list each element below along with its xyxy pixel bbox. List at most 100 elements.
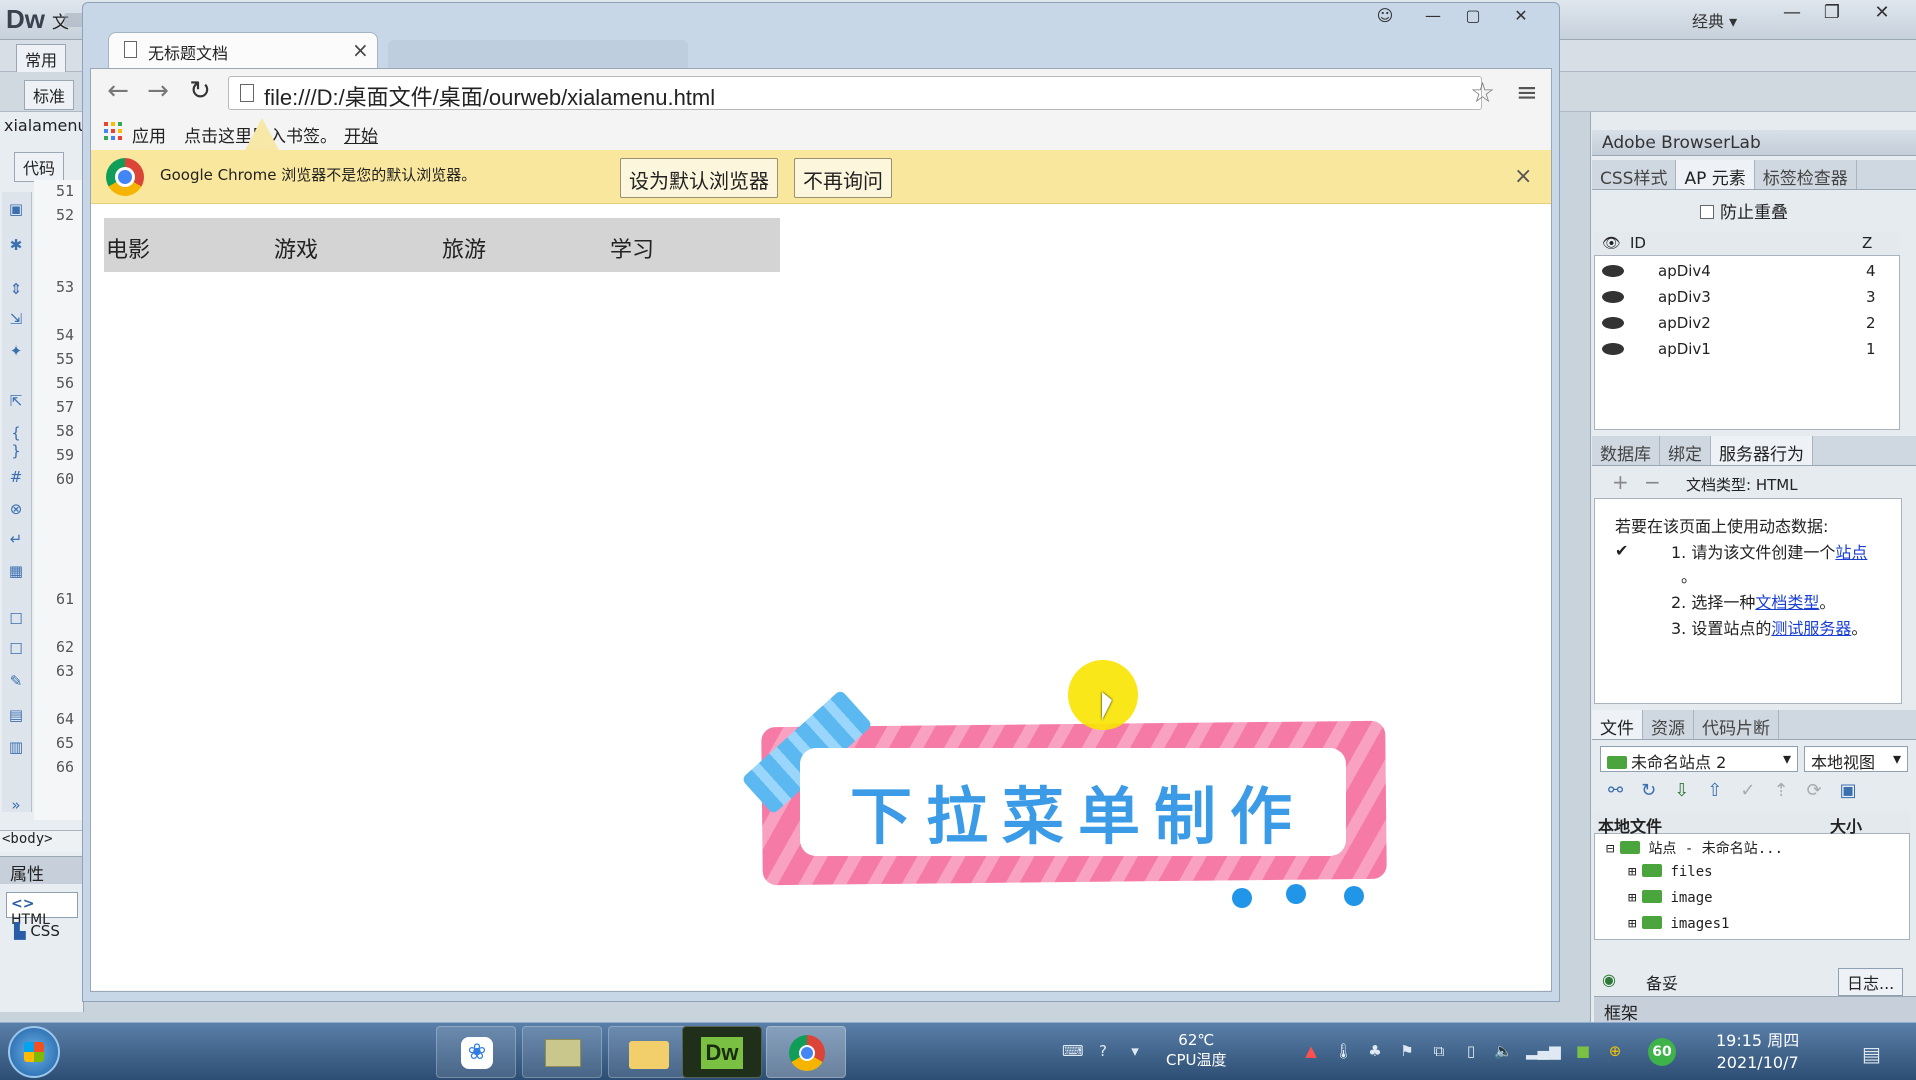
taskbar-app-notes[interactable] xyxy=(522,1026,602,1078)
infobar-close-icon[interactable]: × xyxy=(1514,164,1532,189)
system-clock[interactable]: 19:15 周四 2021/10/7 xyxy=(1716,1030,1799,1074)
highlight-invalid-icon[interactable]: ⊗ xyxy=(6,500,26,518)
volume-icon[interactable]: 🔈 xyxy=(1494,1042,1513,1060)
put-files-icon[interactable]: ⇧ xyxy=(1707,780,1722,808)
remove-comment-icon[interactable]: ☐ xyxy=(6,640,26,658)
refresh-icon[interactable]: ↻ xyxy=(1641,780,1656,808)
taskbar-app-explorer[interactable] xyxy=(608,1026,688,1078)
tree-item-image[interactable]: ⊞ image xyxy=(1628,890,1713,906)
recent-snippets-icon[interactable]: ▤ xyxy=(6,706,26,724)
visibility-icon[interactable] xyxy=(1602,317,1624,329)
back-icon[interactable]: ← xyxy=(102,76,134,108)
tree-item-site[interactable]: ⊟ 站点 - 未命名站... xyxy=(1606,838,1783,858)
reload-icon[interactable]: ↻ xyxy=(184,76,216,108)
ap-header-z[interactable]: Z xyxy=(1862,234,1872,252)
forward-icon[interactable]: → xyxy=(142,76,174,108)
view-select[interactable]: 本地视图 ▾ xyxy=(1804,746,1908,772)
chrome-close-icon[interactable]: ✕ xyxy=(1500,6,1542,28)
ap-row[interactable]: apDiv3 3 xyxy=(1596,284,1896,310)
start-button[interactable] xyxy=(8,1026,60,1078)
tab-files[interactable]: 文件 xyxy=(1592,710,1643,739)
doctype-link[interactable]: 文档类型 xyxy=(1755,593,1819,612)
expand-all-icon[interactable]: ✦ xyxy=(6,342,26,360)
prevent-overlap-checkbox[interactable]: 防止重叠 xyxy=(1700,198,1788,223)
adobe-icon[interactable]: ▲ xyxy=(1302,1042,1320,1060)
check-in-icon[interactable]: ⇡ xyxy=(1773,780,1788,808)
restore-icon[interactable]: ❐ xyxy=(1812,2,1852,26)
ap-row[interactable]: apDiv2 2 xyxy=(1596,310,1896,336)
check-out-icon[interactable]: ✓ xyxy=(1740,780,1755,808)
expand-icon[interactable]: ⇕ xyxy=(6,280,26,298)
nvidia-icon[interactable]: ■ xyxy=(1574,1042,1592,1060)
connect-icon[interactable]: ⚯ xyxy=(1608,780,1623,808)
security-badge[interactable]: 60 xyxy=(1648,1038,1676,1066)
profile-icon[interactable]: ☺ xyxy=(1364,6,1406,28)
tree-item-files[interactable]: ⊞ files xyxy=(1628,864,1713,880)
help-icon[interactable]: ? xyxy=(1094,1042,1112,1060)
select-parent-icon[interactable]: ⇲ xyxy=(6,310,26,328)
flag-icon[interactable]: ⚑ xyxy=(1398,1042,1416,1060)
action-center-icon[interactable]: ▤ xyxy=(1862,1042,1881,1066)
device-icon[interactable]: ▯ xyxy=(1462,1042,1480,1060)
move-css-icon[interactable]: ▥ xyxy=(6,738,26,756)
balance-braces-icon[interactable]: { } xyxy=(6,424,26,460)
syntax-coloring-icon[interactable]: ▦ xyxy=(6,562,26,580)
menu-item-study[interactable]: 学习 xyxy=(608,218,776,272)
tab-css-styles[interactable]: CSS样式 xyxy=(1592,160,1677,189)
tab-snippets[interactable]: 代码片断 xyxy=(1694,710,1779,739)
tag-selector-body[interactable]: <body> xyxy=(0,830,84,852)
add-icon[interactable]: + xyxy=(1612,470,1629,494)
ap-row[interactable]: apDiv4 4 xyxy=(1596,258,1896,284)
chrome-menu-icon[interactable]: ≡ xyxy=(1516,78,1538,108)
properties-html-button[interactable]: <> HTML xyxy=(6,892,78,928)
bookmark-apps[interactable]: 应用 xyxy=(132,122,166,147)
taskbar-app-chrome[interactable] xyxy=(766,1026,846,1078)
tab-ap-elements[interactable]: AP 元素 xyxy=(1676,160,1755,189)
dont-ask-again-button[interactable]: 不再询问 xyxy=(794,158,892,198)
get-files-icon[interactable]: ⇩ xyxy=(1674,780,1689,808)
network-drive-icon[interactable]: ⧉ xyxy=(1430,1042,1448,1060)
tab-tag-inspector[interactable]: 标签检查器 xyxy=(1755,160,1857,189)
address-url[interactable]: file:///D:/桌面文件/桌面/ourweb/xialamenu.html xyxy=(264,80,715,112)
bookmark-start-link[interactable]: 开始 xyxy=(344,122,378,147)
open-documents-icon[interactable]: ▣ xyxy=(6,200,26,218)
apply-comment-icon[interactable]: ☐ xyxy=(6,610,26,628)
language-icon[interactable]: ▾ xyxy=(1126,1042,1144,1060)
word-wrap-icon[interactable]: ↵ xyxy=(6,530,26,548)
properties-panel-title[interactable]: 属性 xyxy=(0,856,84,885)
code-view-button[interactable]: 代码 xyxy=(14,152,65,182)
tab-server-behaviors[interactable]: 服务器行为 xyxy=(1711,436,1813,465)
sync-icon[interactable]: ⟳ xyxy=(1807,780,1822,808)
tab-bindings[interactable]: 绑定 xyxy=(1660,436,1711,465)
browserlab-panel-header[interactable]: Adobe BrowserLab xyxy=(1592,130,1916,156)
site-select[interactable]: 未命名站点 2 ▾ xyxy=(1600,746,1798,772)
plus-icon[interactable]: ⊕ xyxy=(1606,1042,1624,1060)
tray-app-icon[interactable]: ♣ xyxy=(1366,1042,1384,1060)
testing-server-link[interactable]: 测试服务器 xyxy=(1771,619,1851,638)
log-button[interactable]: 日志... xyxy=(1838,968,1904,996)
visibility-icon[interactable] xyxy=(1602,291,1624,303)
more-tools-icon[interactable]: » xyxy=(6,796,26,814)
visibility-icon[interactable] xyxy=(1602,343,1624,355)
eye-icon[interactable]: 👁 xyxy=(1602,234,1621,252)
frames-panel-header[interactable]: 框架 xyxy=(1594,996,1916,1024)
chrome-minimize-icon[interactable]: — xyxy=(1412,6,1454,28)
wrap-tag-icon[interactable]: ✎ xyxy=(6,672,26,690)
insert-tab-common[interactable]: 常用 xyxy=(16,44,67,74)
tab-close-icon[interactable]: × xyxy=(352,38,369,62)
select-parent-tag-icon[interactable]: ⇱ xyxy=(6,392,26,410)
close-icon[interactable]: ✕ xyxy=(1862,2,1902,26)
ap-row[interactable]: apDiv1 1 xyxy=(1596,336,1896,362)
menu-item-games[interactable]: 游戏 xyxy=(272,218,440,272)
remove-icon[interactable]: − xyxy=(1644,470,1661,494)
apps-icon[interactable] xyxy=(104,122,122,140)
taskbar-app-dreamweaver[interactable]: Dw xyxy=(682,1026,762,1078)
minimize-icon[interactable]: — xyxy=(1772,2,1812,26)
thermometer-icon[interactable]: 🌡 xyxy=(1334,1042,1353,1060)
visibility-icon[interactable] xyxy=(1602,265,1624,277)
workspace-switcher[interactable]: 经典 ▾ xyxy=(1692,8,1737,32)
tab-databases[interactable]: 数据库 xyxy=(1592,436,1660,465)
ap-header-id[interactable]: ID xyxy=(1630,234,1646,252)
signal-icon[interactable]: ▂▄▆ xyxy=(1526,1042,1561,1060)
line-numbers-icon[interactable]: # xyxy=(6,468,26,486)
